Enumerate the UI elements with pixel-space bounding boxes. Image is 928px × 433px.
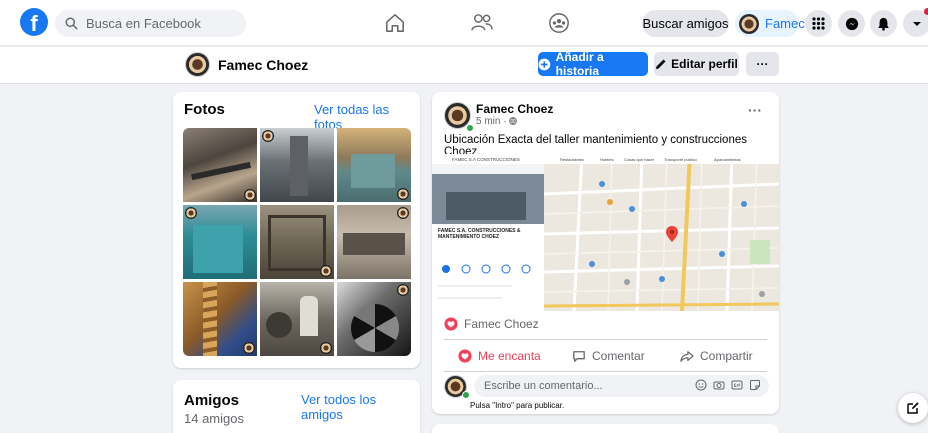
comment-tools [695,379,761,391]
profile-shortcut[interactable]: Famec [735,10,805,37]
account-menu-chevron-icon[interactable] [903,8,928,37]
globe-icon [509,117,518,125]
facebook-logo[interactable]: f [20,8,48,36]
photo-thumbnail[interactable] [183,282,257,356]
messenger-icon[interactable] [838,10,865,37]
search-input[interactable] [86,16,236,31]
map-place-title: FAMEC S.A. CONSTRUCCIONES & MANTENIMIENT… [438,228,521,240]
map-chip: Transporte público [664,157,697,162]
photo-thumbnail[interactable] [337,205,411,279]
photo-thumbnail[interactable] [183,205,257,279]
share-button[interactable]: Compartir [680,345,753,367]
edit-profile-label: Editar perfil [671,57,738,71]
love-reaction-icon [444,317,458,331]
online-status-dot [466,124,474,132]
top-navigation: f Buscar amigos Famec [0,0,928,46]
divider [444,339,767,340]
notification-dot [924,8,928,15]
post-options-icon[interactable]: ··· [748,102,762,118]
add-story-button[interactable]: Añadir a historia [538,50,648,78]
photos-card: Fotos Ver todas las fotos [173,92,420,368]
search-icon [65,17,78,30]
photo-thumbnail[interactable] [337,282,411,356]
add-story-label: Añadir a historia [555,50,604,78]
friends-card: Amigos Ver todos los amigos 14 amigos [173,380,420,433]
edit-profile-button[interactable]: Editar perfil [654,52,739,76]
love-label: Me encanta [478,349,541,363]
see-all-friends-link[interactable]: Ver todos los amigos [301,392,420,422]
love-button[interactable]: Me encanta [458,345,541,367]
map-chip: Restaurantes [560,157,584,162]
sticker-icon[interactable] [749,379,761,391]
compose-icon [907,402,919,414]
find-friends-label: Buscar amigos [642,16,729,31]
comment-placeholder: Escribe un comentario... [484,380,603,392]
home-icon[interactable] [378,9,412,37]
search-box[interactable] [55,10,246,37]
profile-sticky-header: Famec Choez Añadir a historia Editar per… [0,47,928,84]
post-timestamp[interactable]: 5 min · [476,116,518,127]
share-label: Compartir [700,349,753,363]
reactions-summary[interactable]: Famec Choez [444,317,539,331]
menu-grid-icon[interactable] [805,10,832,37]
next-post-card [432,424,779,433]
photo-thumbnail[interactable] [337,128,411,202]
reaction-name: Famec Choez [464,317,539,331]
map-search-text: FAMEC S.A CONSTRUCCIONES [452,157,520,162]
love-icon [458,349,472,363]
more-options-label: ··· [756,57,769,71]
map-chip: Hoteles [600,157,614,162]
post-time: 5 min · [476,116,510,127]
find-friends-button[interactable]: Buscar amigos [642,10,729,37]
map-chip: Aparcamientos [714,157,741,162]
gif-icon[interactable] [731,379,743,391]
press-enter-hint: Pulsa "Intro" para publicar. [470,401,565,410]
camera-icon[interactable] [713,379,725,391]
groups-icon[interactable] [542,9,576,37]
emoji-icon[interactable] [695,379,707,391]
online-status-dot [462,391,470,399]
photo-thumbnail[interactable] [183,128,257,202]
photo-thumbnail[interactable] [260,282,334,356]
photos-title: Fotos [184,101,225,118]
comment-label: Comentar [592,349,645,363]
post-author-name[interactable]: Famec Choez [476,102,553,116]
profile-name[interactable]: Famec Choez [218,57,308,73]
divider [444,371,767,372]
profile-avatar[interactable] [185,52,210,77]
post-card: Famec Choez 5 min · ··· Ubicación Exacta… [432,92,779,414]
more-options-button[interactable]: ··· [746,52,779,76]
comment-button[interactable]: Comentar [572,345,645,367]
comment-input[interactable]: Escribe un comentario... [474,375,769,397]
friends-icon[interactable] [465,9,499,37]
pencil-icon [656,59,666,69]
photo-thumbnail[interactable] [260,128,334,202]
notifications-bell-icon[interactable] [870,10,897,37]
plus-circle-icon [538,58,551,70]
profile-short-name: Famec [765,16,805,31]
friends-count: 14 amigos [184,411,244,426]
new-message-button[interactable] [898,393,928,423]
photo-thumbnail[interactable] [260,205,334,279]
profile-avatar [739,13,759,34]
map-chip: Cosas que hacer [624,157,655,162]
comment-icon [573,350,585,362]
friends-title: Amigos [184,392,240,409]
map-image[interactable]: FAMEC S.A CONSTRUCCIONES Restaurantes Ho… [432,154,779,311]
share-icon [680,350,694,362]
